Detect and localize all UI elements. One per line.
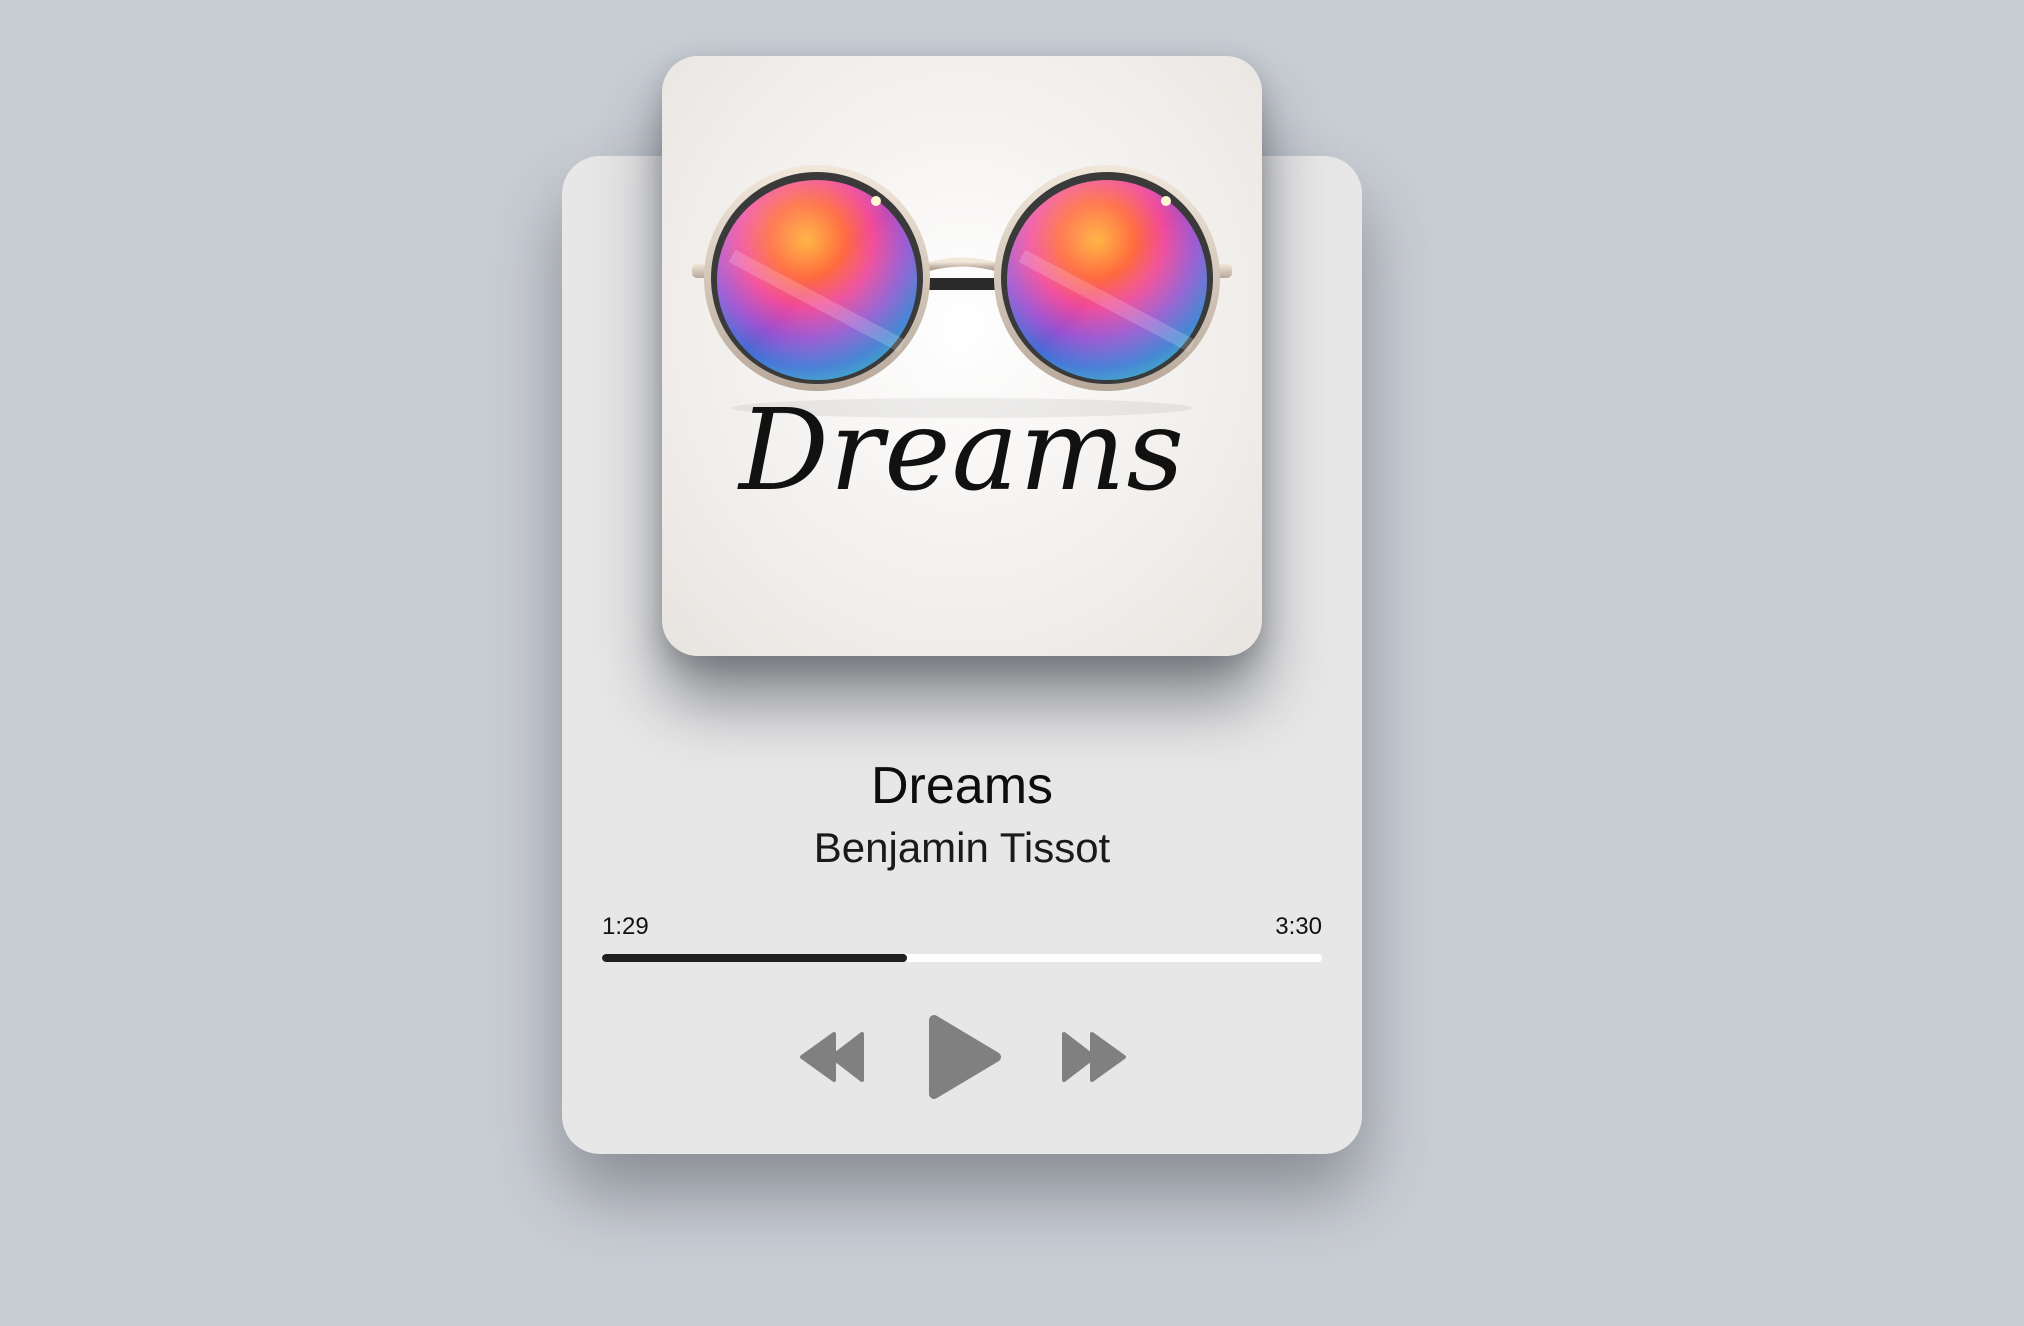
rewind-icon — [800, 1032, 864, 1082]
progress-bar[interactable] — [602, 954, 1322, 962]
fast-forward-icon — [1062, 1032, 1126, 1082]
play-icon — [929, 1015, 1001, 1099]
current-time: 1:29 — [602, 913, 649, 940]
fast-forward-button[interactable] — [1062, 1032, 1126, 1082]
progress-fill — [602, 954, 908, 962]
total-time: 3:30 — [1275, 913, 1322, 940]
album-art: Dreams — [662, 56, 1262, 656]
sunglasses-illustration — [692, 165, 1232, 418]
album-art-title: Dreams — [738, 386, 1186, 516]
play-button[interactable] — [926, 1014, 1002, 1100]
rewind-button[interactable] — [800, 1032, 864, 1082]
track-artist: Benjamin Tissot — [813, 824, 1111, 871]
track-title: Dreams — [870, 757, 1054, 815]
